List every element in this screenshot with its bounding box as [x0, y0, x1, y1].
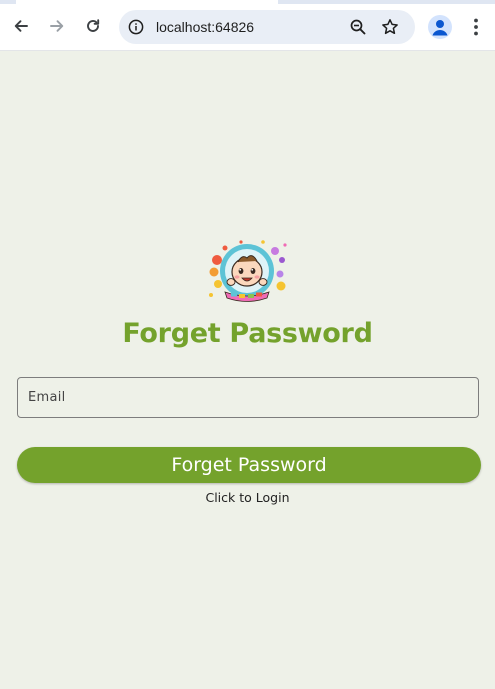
star-icon [382, 19, 398, 35]
profile-icon [432, 20, 448, 36]
zoom-button[interactable] [348, 17, 368, 37]
reload-button[interactable] [79, 12, 107, 40]
browser-toolbar: localhost:64826 [0, 4, 495, 51]
zoom-out-icon [350, 19, 366, 35]
arrow-left-icon [14, 20, 28, 32]
arrow-right-icon [50, 20, 64, 32]
forward-button[interactable] [43, 12, 71, 40]
profile-button[interactable] [428, 15, 452, 39]
email-field[interactable] [17, 377, 479, 418]
kebab-menu-icon [474, 18, 478, 36]
email-input[interactable] [18, 378, 478, 417]
back-button[interactable] [7, 12, 35, 40]
baby-logo [205, 238, 289, 308]
bookmark-button[interactable] [380, 17, 400, 37]
reload-icon [87, 19, 100, 32]
address-bar[interactable]: localhost:64826 [119, 10, 415, 44]
browser-menu-button[interactable] [466, 15, 486, 39]
page-title: Forget Password [122, 318, 373, 349]
site-info-button[interactable] [127, 18, 145, 36]
forget-password-button[interactable]: Forget Password [17, 447, 481, 483]
info-icon [128, 19, 144, 35]
url-text[interactable]: localhost:64826 [156, 19, 254, 35]
login-link[interactable]: Click to Login [0, 490, 495, 505]
